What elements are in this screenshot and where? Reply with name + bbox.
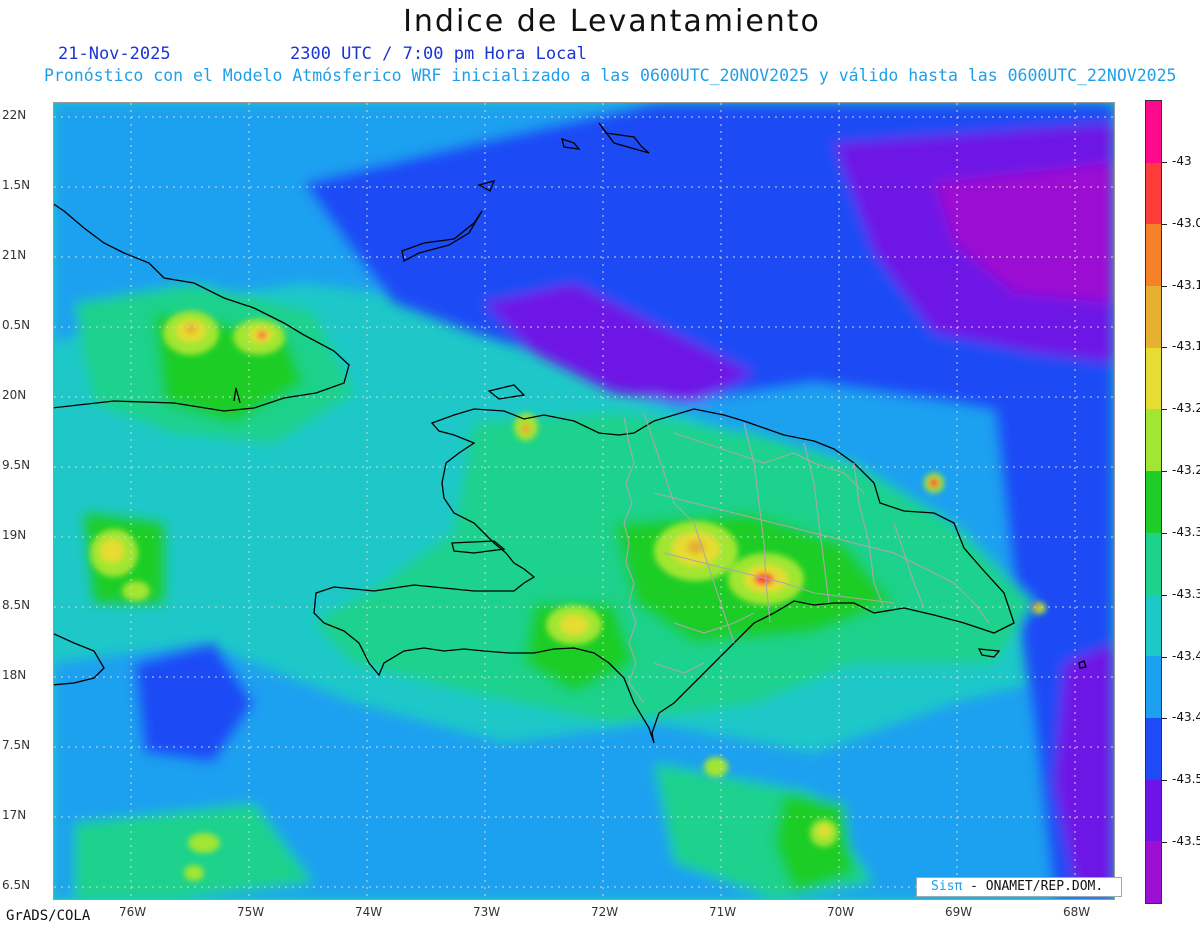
color-legend-swatch [1146,532,1161,595]
color-legend-tick [1162,161,1167,163]
lon-label: 68W [1063,905,1091,919]
color-legend-tick [1162,780,1167,782]
forecast-date: 21-Nov-2025 [58,44,171,64]
color-legend-label: -43.5 [1172,772,1200,787]
lat-label: 1.5N [2,178,31,192]
color-legend-tick [1162,285,1167,287]
lon-label: 74W [355,905,383,919]
color-legend-swatch [1146,471,1161,533]
lon-label: 71W [709,905,737,919]
color-legend-label: -43.3 [1172,524,1200,539]
lon-label: 72W [591,905,619,919]
color-legend-swatch [1146,841,1161,903]
color-legend-swatch [1146,347,1161,410]
color-legend-swatch [1146,779,1161,842]
forecast-time: 2300 UTC / 7:00 pm Hora Local [290,44,587,64]
color-legend-label: -43.1 [1172,339,1200,354]
color-legend-label: -43.0 [1172,215,1200,230]
color-legend-swatch [1146,224,1161,287]
lat-label: 9.5N [2,458,31,472]
credit-brand: Sisπ [931,879,963,894]
lat-label: 22N [2,108,27,122]
chart-title: Indice de Levantamiento [403,4,821,39]
color-legend-label: -43.4 [1172,710,1200,725]
color-legend-tick [1162,718,1167,720]
color-legend-label: -43.2 [1172,401,1200,416]
lifted-index-field-map[interactable] [54,103,1114,899]
color-legend-tick [1162,532,1167,534]
software-credit: GrADS/COLA [6,908,91,924]
color-legend-tick [1162,594,1167,596]
color-legend-label: -43.5 [1172,834,1200,849]
credit-box: Sisπ - ONAMET/REP.DOM. [916,877,1122,897]
color-legend-tick [1162,656,1167,658]
color-legend-bar [1145,100,1162,904]
color-legend-label: -43 [1172,153,1192,168]
map-panel[interactable] [53,102,1115,900]
color-legend-tick [1162,842,1167,844]
color-legend-tick [1162,223,1167,225]
lat-label: 7.5N [2,738,31,752]
lat-label: 0.5N [2,318,31,332]
lat-label: 17N [2,808,27,822]
color-legend-swatch [1146,717,1161,780]
lat-label: 21N [2,248,27,262]
lat-label: 6.5N [2,878,31,892]
color-legend-swatch [1146,594,1161,657]
color-legend-swatch [1146,409,1161,472]
color-legend-label: -43.2 [1172,463,1200,478]
lat-label: 20N [2,388,27,402]
color-legend-label: -43.1 [1172,277,1200,292]
color-legend-label: -43.4 [1172,648,1200,663]
color-legend-swatch [1146,286,1161,348]
lat-label: 18N [2,668,27,682]
lon-label: 69W [945,905,973,919]
color-legend-label: -43.3 [1172,586,1200,601]
lon-label: 73W [473,905,501,919]
color-legend-tick [1162,409,1167,411]
color-legend-tick [1162,347,1167,349]
lon-label: 76W [119,905,147,919]
color-legend-swatch [1146,656,1161,718]
color-legend-swatch [1146,101,1161,163]
model-description: Pronóstico con el Modelo Atmósferico WRF… [44,66,1177,85]
color-legend-tick [1162,471,1167,473]
lat-label: 19N [2,528,27,542]
lat-label: 8.5N [2,598,31,612]
hotspot-southwest [188,833,220,853]
credit-text: - ONAMET/REP.DOM. [970,879,1104,894]
hotspot-south-sea [704,757,728,777]
color-legend-swatch [1146,162,1161,225]
lon-label: 75W [237,905,265,919]
lon-label: 70W [827,905,855,919]
